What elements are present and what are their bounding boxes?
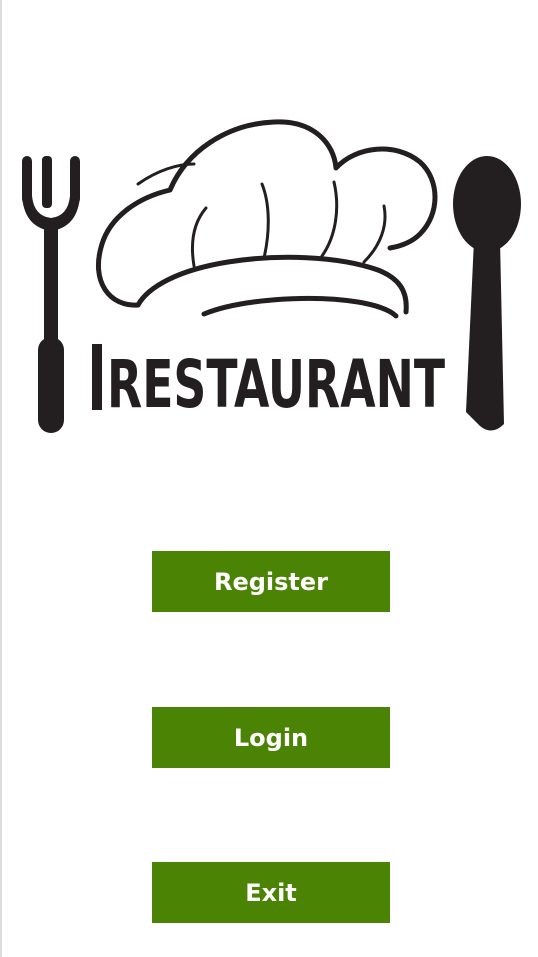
restaurant-logo: RESTAURANT: [18, 112, 524, 437]
login-button[interactable]: Login: [152, 707, 390, 768]
spoon-icon: [453, 156, 521, 431]
window-edge: [0, 0, 2, 957]
main-window: RESTAURANT Register Login Exit: [0, 0, 538, 957]
register-button[interactable]: Register: [152, 551, 390, 612]
exit-button[interactable]: Exit: [152, 862, 390, 923]
logo-wordmark: RESTAURANT: [92, 344, 445, 423]
fork-icon: [22, 156, 80, 433]
logo-text: RESTAURANT: [107, 346, 445, 423]
chef-hat-icon: [95, 119, 438, 319]
